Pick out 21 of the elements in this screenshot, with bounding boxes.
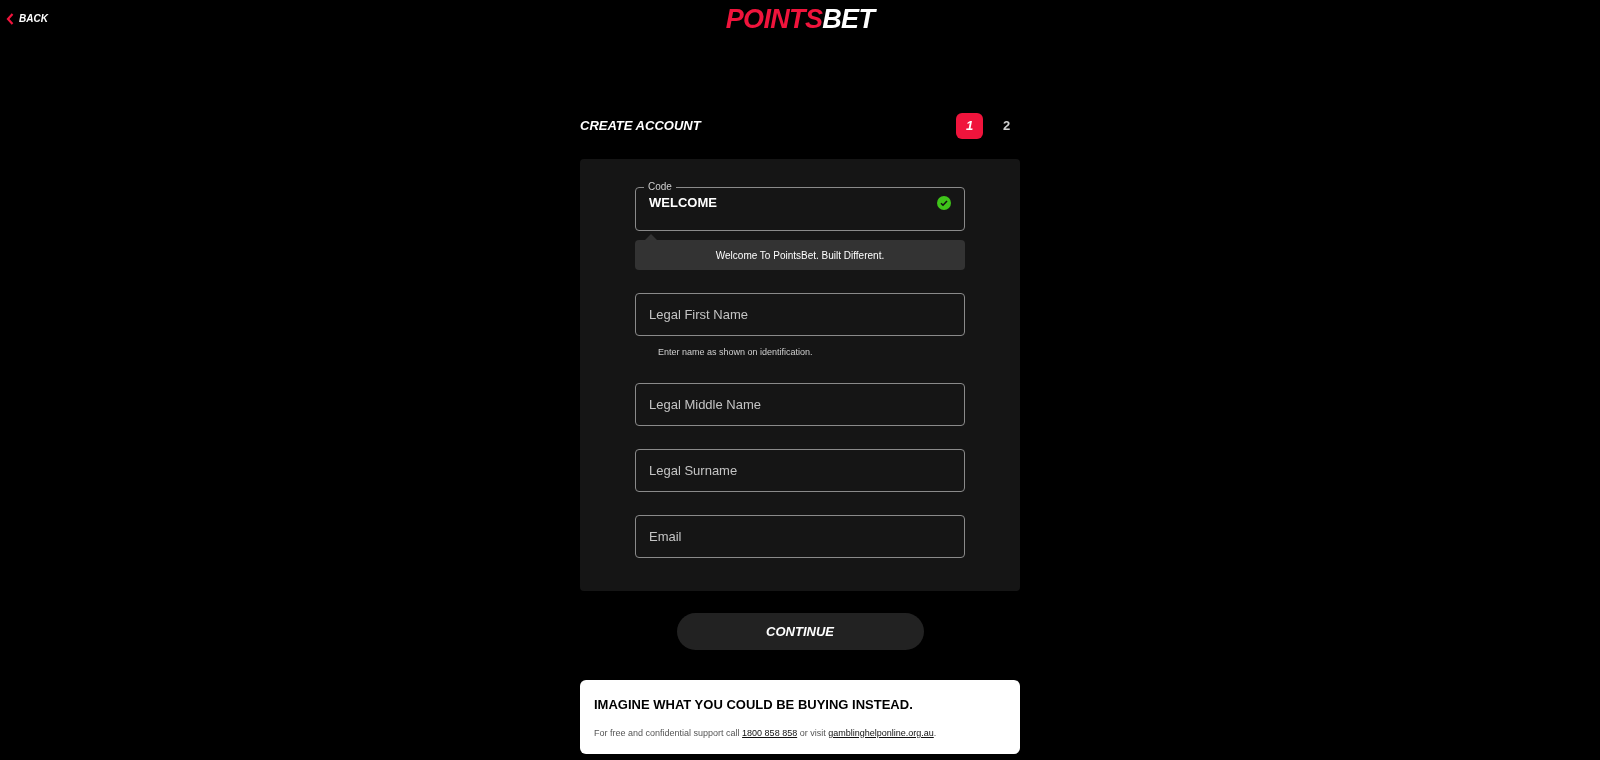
support-text: For free and confidential support call 1800 858 858 or visit gamblinghelponline.org.au. (594, 726, 938, 740)
field-hint: Enter name as shown on identification. (658, 346, 814, 359)
step-indicator: 1 (956, 113, 983, 139)
tooltip-message: Welcome To PointsBet. Built Different. (635, 240, 965, 270)
step-indicator: 2 (1001, 117, 1012, 136)
notice-heading: IMAGINE WHAT YOU COULD BE BUYING INSTEAD. (594, 696, 914, 714)
field-value: WELCOME (649, 194, 717, 212)
tooltip-arrow (645, 234, 657, 240)
code-field[interactable]: Code WELCOME (635, 181, 965, 231)
support-link[interactable]: 1800 858 858 (742, 727, 798, 738)
page-title: CREATE ACCOUNT (580, 117, 701, 136)
continue-button[interactable]: CONTINUE (676, 613, 924, 650)
text-field[interactable]: Email (635, 514, 965, 558)
support-link[interactable]: gamblinghelponline.org.au (828, 727, 934, 738)
text-field[interactable]: Legal First Name (635, 293, 965, 336)
logo: POINTSBET (725, 6, 875, 33)
chevron-left-icon (6, 12, 14, 25)
text-field[interactable]: Legal Middle Name (635, 382, 965, 426)
text-field[interactable]: Legal Surname (635, 448, 965, 492)
field-label: Code (647, 181, 673, 193)
back-button[interactable]: BACK (6, 11, 48, 26)
